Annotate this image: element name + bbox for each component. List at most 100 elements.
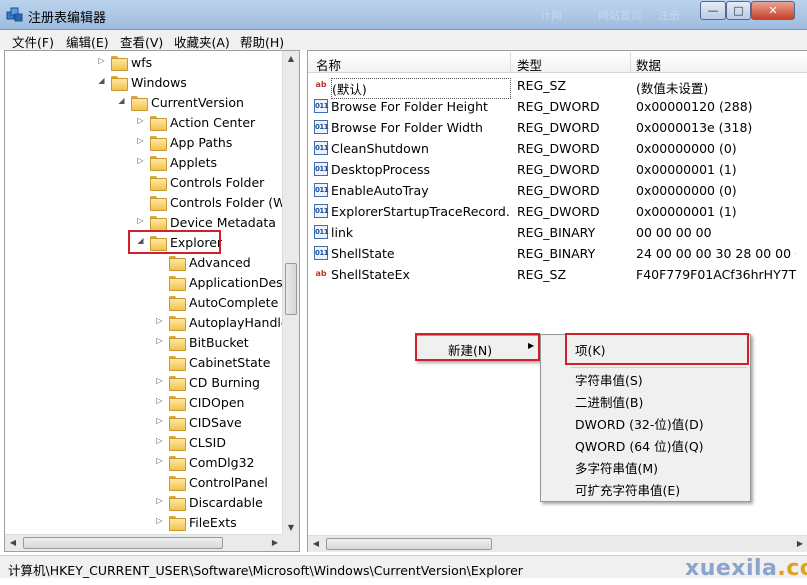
window-title: 注册表编辑器 <box>28 11 107 26</box>
expand-toggle-icon[interactable]: ▷ <box>136 116 145 125</box>
tree-node-label: Action Center <box>170 115 256 130</box>
tree-node-label: Applets <box>170 155 217 170</box>
expand-toggle-icon[interactable]: ▷ <box>155 316 164 325</box>
list-item[interactable]: 011 Browse For Folder Width REG_DWORD 0x000… <box>308 117 807 138</box>
value-type: REG_SZ <box>517 267 567 282</box>
submenu-item-binary[interactable]: 二进制值(B) <box>575 392 643 411</box>
folder-icon <box>111 55 128 71</box>
list-item[interactable]: ab (默认) REG_SZ (数值未设置) <box>308 75 807 99</box>
folder-icon <box>169 375 186 391</box>
submenu-item-multi-string[interactable]: 多字符串值(M) <box>575 458 658 477</box>
title-bar: 注册表编辑器 计网 网站首页 注册 — □ ✕ <box>0 0 807 30</box>
list-header: 名称 类型 数据 <box>308 51 807 73</box>
column-header-type[interactable]: 类型 <box>517 55 542 74</box>
expand-toggle-icon[interactable]: ◢ <box>117 96 126 105</box>
column-header-data[interactable]: 数据 <box>636 55 661 74</box>
tree-pane[interactable]: ▷ wfs ◢ Windows ◢ CurrentVersion ▷ Action Cente… <box>4 50 300 552</box>
folder-icon <box>150 215 167 231</box>
value-data: 0x00000001 (1) <box>636 162 737 177</box>
folder-icon <box>169 335 186 351</box>
menu-view[interactable]: 查看(V) <box>120 32 163 51</box>
string-value-icon: ab <box>315 269 327 278</box>
value-type: REG_DWORD <box>517 141 600 156</box>
submenu-item-expandable-string[interactable]: 可扩充字符串值(E) <box>575 480 680 499</box>
minimize-button[interactable]: — <box>700 1 726 20</box>
column-header-name[interactable]: 名称 <box>316 55 341 74</box>
close-button[interactable]: ✕ <box>751 1 795 20</box>
tree-node-label: Controls Folder <box>170 175 265 190</box>
value-data: 0x00000120 (288) <box>636 99 753 114</box>
value-name: CleanShutdown <box>331 141 429 156</box>
list-item[interactable]: ab ShellStateEx REG_SZ F40F779F01ACf36hrHY7… <box>308 264 807 285</box>
tree-horizontal-scrollbar[interactable]: ◀ ▶ <box>5 534 283 551</box>
list-item[interactable]: 011 link REG_BINARY 00 00 00 00 <box>308 222 807 243</box>
expand-toggle-icon[interactable]: ▷ <box>155 496 164 505</box>
value-name: ShellState <box>331 246 395 261</box>
expand-toggle-icon[interactable]: ▷ <box>155 516 164 525</box>
scroll-left-arrow-icon[interactable]: ◀ <box>5 535 21 551</box>
expand-toggle-icon[interactable]: ▷ <box>155 396 164 405</box>
scroll-right-arrow-icon[interactable]: ▶ <box>267 535 283 551</box>
list-item[interactable]: 011 EnableAutoTray REG_DWORD 0x00000000 (0) <box>308 180 807 201</box>
expand-toggle-icon[interactable]: ▷ <box>155 416 164 425</box>
tree-node-label: Device Metadata <box>170 215 276 230</box>
key-item-highlight-box <box>565 333 749 365</box>
expand-toggle-icon[interactable]: ▷ <box>136 156 145 165</box>
expand-toggle-icon[interactable]: ▷ <box>136 216 145 225</box>
tree-node-label: ComDlg32 <box>189 455 255 470</box>
list-item[interactable]: 011 Browse For Folder Height REG_DWORD 0x00… <box>308 96 807 117</box>
scroll-thumb[interactable] <box>23 537 223 549</box>
folder-icon <box>150 175 167 191</box>
expand-toggle-icon[interactable]: ▷ <box>155 456 164 465</box>
background-tab: 网站首页 <box>598 9 642 22</box>
tree-node-label: CLSID <box>189 435 226 450</box>
list-horizontal-scrollbar[interactable]: ◀ ▶ <box>308 535 807 552</box>
new-menu-highlight-box <box>415 333 540 361</box>
value-name: link <box>331 225 354 240</box>
value-data: 24 00 00 00 30 28 00 00 00 <box>636 246 796 261</box>
binary-value-icon: 011 <box>314 204 329 218</box>
scroll-right-arrow-icon[interactable]: ▶ <box>792 536 807 552</box>
value-data: F40F779F01ACf36hrHY7Tkug <box>636 267 796 282</box>
expand-toggle-icon[interactable]: ▷ <box>155 436 164 445</box>
tree-node-label: BitBucket <box>189 335 249 350</box>
menu-help[interactable]: 帮助(H) <box>240 32 284 51</box>
list-item[interactable]: 011 CleanShutdown REG_DWORD 0x00000000 (0) <box>308 138 807 159</box>
list-item[interactable]: 011 ShellState REG_BINARY 24 00 00 00 30 28… <box>308 243 807 264</box>
menu-file[interactable]: 文件(F) <box>12 32 54 51</box>
expand-toggle-icon[interactable]: ◢ <box>97 76 106 85</box>
expand-toggle-icon[interactable]: ▷ <box>155 336 164 345</box>
binary-value-icon: 011 <box>314 225 329 239</box>
background-tab: 注册 <box>658 9 680 22</box>
tree-node-label: CIDSave <box>189 415 242 430</box>
tree-vertical-scrollbar[interactable]: ▲ ▼ <box>282 51 299 536</box>
expand-toggle-icon[interactable]: ▷ <box>136 136 145 145</box>
value-type: REG_DWORD <box>517 204 600 219</box>
list-item[interactable]: 011 DesktopProcess REG_DWORD 0x00000001 (1) <box>308 159 807 180</box>
value-data: 00 00 00 00 <box>636 225 712 240</box>
value-data: (数值未设置) <box>636 81 709 96</box>
tree-node-label: CabinetState <box>189 355 271 370</box>
binary-value-icon: 011 <box>314 162 329 176</box>
menu-favorites[interactable]: 收藏夹(A) <box>174 32 230 51</box>
tree-node-label: CIDOpen <box>189 395 245 410</box>
submenu-item-dword[interactable]: DWORD (32-位)值(D) <box>575 414 704 433</box>
menu-bar: 文件(F) 编辑(E) 查看(V) 收藏夹(A) 帮助(H) <box>0 30 807 50</box>
list-item[interactable]: 011 ExplorerStartupTraceRecord… REG_DWORD 0… <box>308 201 807 222</box>
value-name: ShellStateEx <box>331 267 410 282</box>
scroll-thumb[interactable] <box>285 263 297 315</box>
expand-toggle-icon[interactable]: ▷ <box>155 376 164 385</box>
submenu-item-qword[interactable]: QWORD (64 位)值(Q) <box>575 436 704 455</box>
menu-edit[interactable]: 编辑(E) <box>66 32 109 51</box>
value-data: 0x00000000 (0) <box>636 141 737 156</box>
expand-toggle-icon[interactable]: ▷ <box>97 56 106 65</box>
maximize-button[interactable]: □ <box>726 1 751 20</box>
scroll-left-arrow-icon[interactable]: ◀ <box>308 536 324 552</box>
binary-value-icon: 011 <box>314 141 329 155</box>
value-type: REG_BINARY <box>517 246 596 261</box>
tree-node-label: Windows <box>131 75 187 90</box>
binary-value-icon: 011 <box>314 99 329 113</box>
scroll-up-arrow-icon[interactable]: ▲ <box>283 51 299 67</box>
scroll-thumb[interactable] <box>326 538 492 550</box>
submenu-item-string[interactable]: 字符串值(S) <box>575 370 643 389</box>
